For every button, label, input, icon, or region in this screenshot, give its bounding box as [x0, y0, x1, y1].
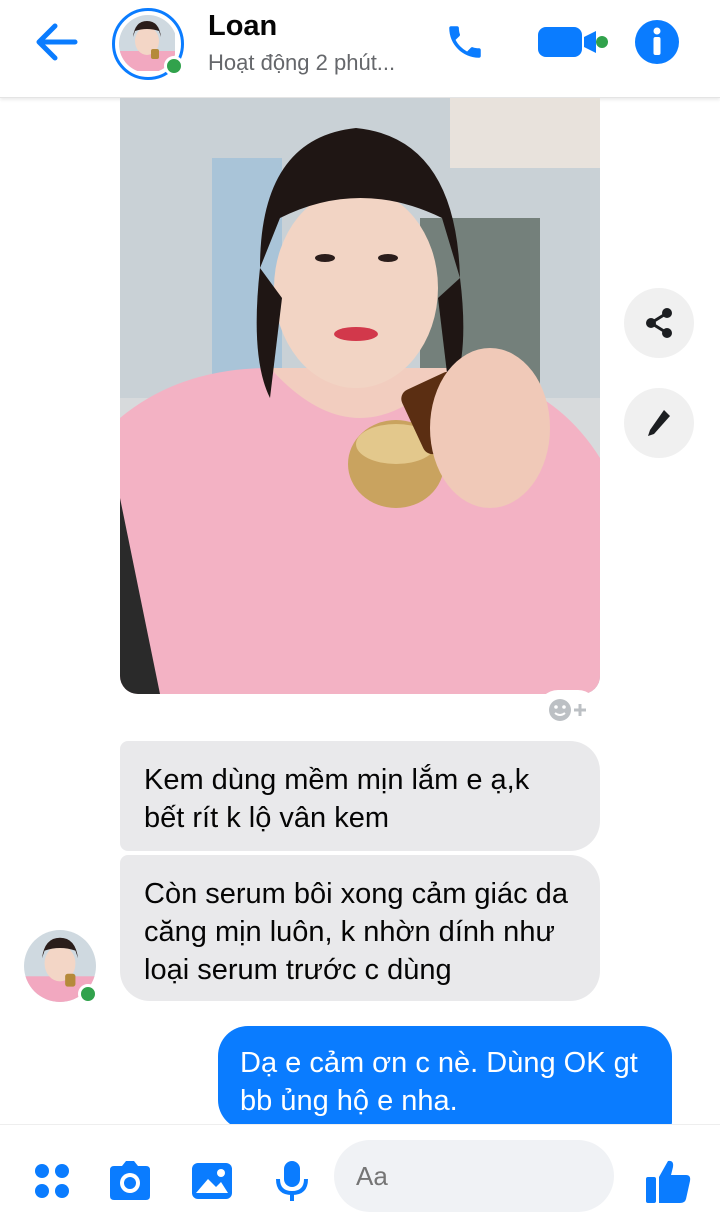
voice-button[interactable] [268, 1157, 316, 1205]
info-button[interactable] [632, 18, 682, 66]
contact-name[interactable]: Loan [208, 10, 277, 43]
image-icon [192, 1163, 232, 1199]
pencil-icon [648, 410, 670, 436]
sender-avatar[interactable] [24, 930, 98, 1004]
activity-status: Hoạt động 2 phút... [208, 50, 396, 75]
photo-image [120, 98, 600, 694]
online-indicator [164, 56, 184, 76]
back-button[interactable] [30, 20, 82, 64]
gallery-button[interactable] [188, 1157, 236, 1205]
share-icon [646, 308, 672, 338]
more-actions-button[interactable] [28, 1157, 76, 1205]
add-reaction-button[interactable] [538, 690, 598, 730]
microphone-icon [276, 1161, 308, 1201]
four-dots-icon [35, 1164, 69, 1198]
video-camera-icon [538, 27, 608, 57]
chat-header: Loan Hoạt động 2 phút... [0, 0, 720, 98]
add-reaction-icon [549, 699, 586, 721]
thumbs-up-icon [646, 1160, 691, 1203]
edit-button[interactable] [624, 388, 694, 458]
message-input[interactable] [334, 1140, 614, 1212]
back-arrow-icon [36, 23, 78, 61]
outgoing-message[interactable]: Dạ e cảm ơn c nè. Dùng OK gt bb ủng hộ e… [218, 1026, 672, 1130]
phone-icon [449, 26, 481, 58]
video-call-button[interactable] [534, 18, 610, 66]
call-button[interactable] [438, 18, 492, 66]
incoming-message[interactable]: Kem dùng mềm mịn lắm e ạ,k bết rít k lộ … [120, 741, 600, 851]
contact-avatar[interactable] [112, 8, 184, 80]
share-button[interactable] [624, 288, 694, 358]
camera-button[interactable] [106, 1157, 154, 1205]
incoming-message[interactable]: Còn serum bôi xong cảm giác da căng mịn … [120, 855, 600, 1001]
online-indicator [78, 984, 98, 1004]
camera-icon [110, 1161, 150, 1200]
info-icon [635, 20, 679, 64]
photo-message[interactable] [120, 98, 600, 694]
like-button[interactable] [642, 1157, 694, 1205]
